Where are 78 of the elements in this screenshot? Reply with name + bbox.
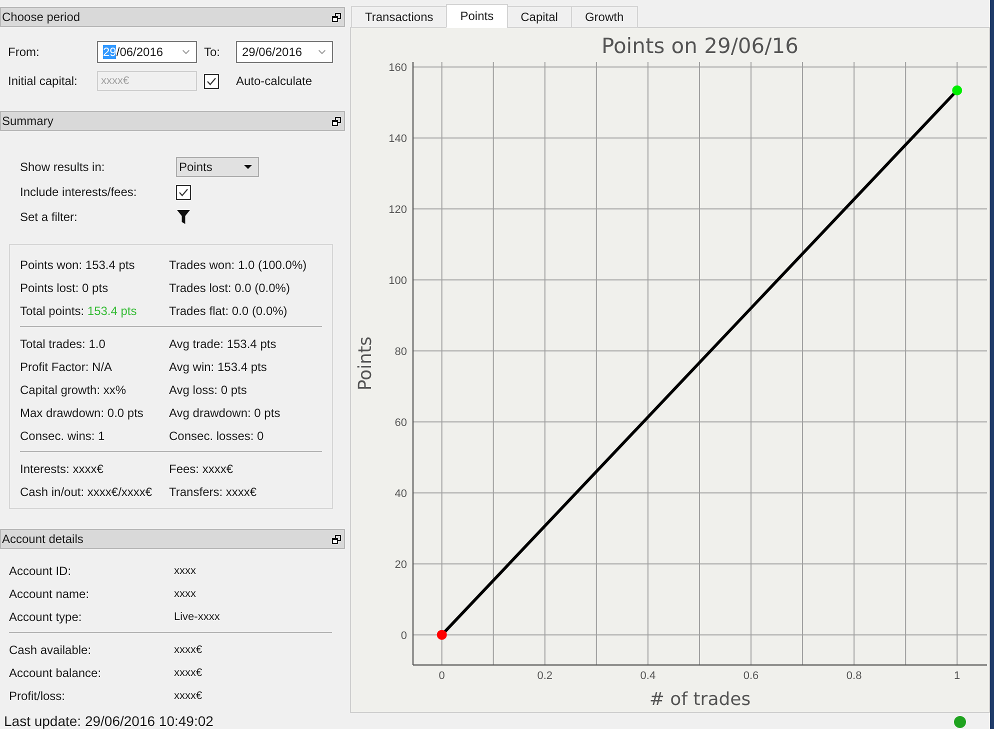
stat-text: Total trades: 1.0: [20, 336, 106, 350]
detail-label: Cash available:: [9, 642, 92, 656]
y-tick-label: 20: [394, 558, 407, 571]
section-title: Summary: [2, 114, 54, 128]
chart-title: Points on 29/06/16: [602, 34, 798, 58]
stat-text: Trades flat: 0.0 (0.0%): [169, 304, 288, 318]
stat-text: Total points: 153.4 pts: [20, 304, 138, 318]
stat-text: Avg win: 153.4 pts: [169, 360, 268, 374]
filter-icon[interactable]: [177, 210, 190, 224]
stat-text: Profit Factor: N/A: [20, 360, 114, 374]
stat-text: Consec. wins: 1: [20, 428, 106, 442]
stat-text: Max drawdown: 0.0 pts: [20, 406, 144, 420]
detail-value: xxxx€: [174, 644, 204, 656]
y-tick-label: 40: [394, 488, 407, 500]
y-axis-title: Points: [355, 336, 376, 391]
y-tick-label: 140: [388, 132, 407, 145]
x-tick-label: 0.4: [640, 670, 656, 682]
y-tick-label: 160: [388, 62, 407, 74]
stat-text: Consec. losses: 0: [169, 428, 265, 442]
stat-text: Avg trade: 153.4 pts: [169, 336, 278, 350]
detail-label: Account name:: [9, 586, 90, 600]
stat-text: Cash in/out: xxxx€/xxxx€: [20, 484, 154, 498]
status-text: Last update: 29/06/2016 10:49:02: [4, 714, 214, 729]
checkbox[interactable]: [204, 74, 219, 88]
y-tick-label: 100: [388, 274, 407, 287]
date-field[interactable]: 29/06/2016: [236, 41, 333, 63]
stat-text: Fees: xxxx€: [169, 462, 234, 476]
field-label: Initial capital:: [8, 74, 78, 88]
x-axis-title: # of trades: [649, 689, 751, 710]
stat-text: Points lost: 0 pts: [20, 280, 110, 294]
tab[interactable]: Points: [446, 4, 508, 28]
option-label: Set a filter:: [20, 210, 78, 224]
detail-value: xxxx€: [174, 690, 204, 702]
date-text: 29/06/2016: [242, 45, 302, 59]
restore-window-icon[interactable]: [332, 116, 341, 126]
checkbox[interactable]: [176, 184, 191, 200]
caret-down-icon: [244, 165, 252, 169]
x-tick-label: 1: [954, 670, 960, 682]
checkbox-label: Auto-calculate: [236, 74, 314, 88]
x-tick-label: 0.6: [743, 670, 759, 682]
field-label: From:: [8, 45, 40, 59]
detail-value: xxxx: [174, 588, 197, 600]
tab[interactable]: Transactions: [351, 6, 448, 28]
field-label: To:: [204, 45, 220, 59]
detail-value: xxxx€: [174, 666, 204, 678]
tab[interactable]: Growth: [570, 6, 638, 28]
detail-label: Account balance:: [9, 666, 102, 680]
stat-text: Transfers: xxxx€: [169, 484, 258, 498]
y-tick-label: 60: [394, 416, 407, 429]
date-text: 29: [103, 45, 116, 59]
restore-window-icon[interactable]: [332, 12, 341, 22]
detail-value: xxxx: [174, 564, 197, 576]
x-tick-label: 0: [438, 670, 445, 682]
y-tick-label: 80: [394, 346, 407, 358]
stat-text: Avg drawdown: 0 pts: [169, 406, 282, 420]
detail-label: Profit/loss:: [9, 688, 66, 702]
x-tick-label: 0.2: [537, 670, 553, 682]
y-tick-label: 0: [400, 630, 407, 642]
section-title: Account details: [2, 532, 84, 546]
y-tick-label: 120: [388, 204, 407, 216]
x-tick-label: 0.8: [846, 670, 862, 682]
date-field[interactable]: 29/06/2016: [97, 41, 197, 63]
stat-text: Interests: xxxx€: [20, 462, 104, 476]
restore-window-icon[interactable]: [332, 534, 341, 544]
results-dropdown[interactable]: Points: [176, 157, 259, 177]
detail-label: Account ID:: [9, 564, 72, 578]
detail-value: Live-xxxx: [174, 610, 221, 622]
stat-text: Avg loss: 0 pts: [169, 382, 248, 396]
stat-text: Points won: 153.4 pts: [20, 258, 136, 272]
option-label: Include interests/fees:: [20, 185, 138, 199]
date-text: /06/2016: [116, 45, 164, 59]
option-label: Show results in:: [20, 160, 106, 174]
section-title: Choose period: [2, 10, 80, 24]
stat-text: Trades lost: 0.0 (0.0%): [169, 280, 291, 294]
tab[interactable]: Capital: [506, 6, 572, 28]
stat-text: Capital growth: xx%: [20, 382, 128, 396]
stat-text: Trades won: 1.0 (100.0%): [169, 258, 308, 272]
detail-label: Account type:: [9, 610, 83, 624]
